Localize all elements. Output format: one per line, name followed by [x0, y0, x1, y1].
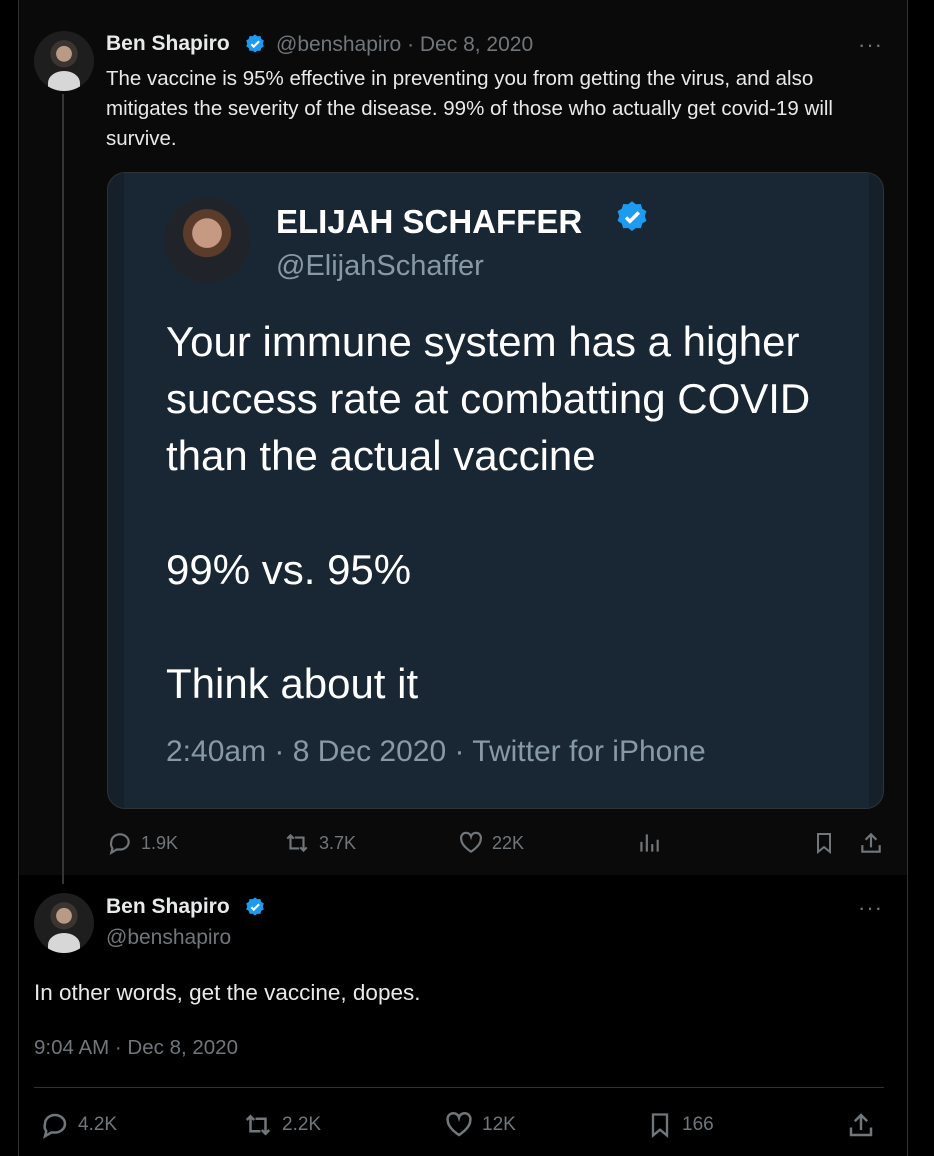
- bookmark-count: 166: [682, 1114, 714, 1135]
- verified-badge-icon: [246, 897, 264, 916]
- quoted-line: Your immune system has a higher success …: [166, 318, 811, 479]
- repost-icon: [245, 1114, 271, 1136]
- tweet-text: The vaccine is 95% effective in preventi…: [106, 67, 833, 150]
- bookmark-button[interactable]: [812, 830, 836, 856]
- repost-button[interactable]: 3.7K: [283, 830, 356, 856]
- author-name[interactable]: Ben Shapiro: [106, 895, 230, 919]
- share-icon: [849, 1113, 873, 1137]
- timeline-right-border: [907, 0, 908, 1156]
- quoted-timestamp: 2:40am · 8 Dec 2020 · Twitter for iPhone: [166, 735, 706, 768]
- reply-icon: [43, 1113, 67, 1139]
- tweet-timestamp[interactable]: 9:04 AM · Dec 8, 2020: [34, 1036, 238, 1060]
- like-count: 22K: [492, 832, 525, 853]
- reply-button[interactable]: 1.9K: [107, 830, 178, 856]
- reply-count: 1.9K: [141, 832, 179, 853]
- bookmark-button[interactable]: 166: [646, 1110, 714, 1140]
- share-button[interactable]: [858, 830, 884, 856]
- like-icon: [460, 831, 482, 853]
- quoted-tweet-card[interactable]: ELIJAH SCHAFFER @ElijahSchaffer Your imm…: [107, 172, 884, 809]
- repost-count: 2.2K: [282, 1114, 322, 1135]
- bookmark-icon: [817, 833, 831, 855]
- quoted-tweet-image: ELIJAH SCHAFFER @ElijahSchaffer Your imm…: [124, 173, 869, 808]
- more-icon[interactable]: ···: [858, 32, 883, 58]
- reply-count: 4.2K: [78, 1114, 118, 1135]
- divider: [34, 1087, 884, 1088]
- quoted-handle: @ElijahSchaffer: [276, 250, 484, 282]
- quoted-line: 99% vs. 95%: [166, 546, 412, 593]
- author-name[interactable]: Ben Shapiro: [106, 32, 230, 56]
- repost-button[interactable]: 2.2K: [242, 1110, 321, 1140]
- reply-icon: [109, 833, 130, 856]
- like-icon: [446, 1111, 472, 1137]
- tweet-text: In other words, get the vaccine, dopes.: [34, 980, 421, 1005]
- quoted-line: Think about it: [166, 660, 419, 707]
- avatar: [164, 197, 250, 283]
- author-handle[interactable]: @benshapiro: [106, 926, 231, 950]
- repost-count: 3.7K: [319, 832, 357, 853]
- views-button[interactable]: [636, 830, 662, 856]
- thread-connector-line: [62, 94, 64, 884]
- share-icon: [861, 832, 881, 853]
- like-button[interactable]: 22K: [458, 830, 524, 856]
- verified-badge-icon: [246, 34, 264, 53]
- verified-badge-icon: [617, 201, 647, 231]
- bookmark-icon: [651, 1113, 669, 1138]
- repost-icon: [286, 833, 308, 853]
- avatar[interactable]: [34, 893, 94, 953]
- quoted-author-name: ELIJAH SCHAFFER: [276, 203, 583, 240]
- handle-and-date: @benshapiro · Dec 8, 2020: [276, 33, 534, 56]
- more-icon[interactable]: ···: [858, 895, 883, 921]
- avatar[interactable]: [34, 31, 94, 91]
- like-count: 12K: [482, 1114, 516, 1135]
- views-icon: [640, 834, 659, 852]
- share-button[interactable]: [846, 1110, 876, 1140]
- like-button[interactable]: 12K: [444, 1110, 516, 1140]
- reply-button[interactable]: 4.2K: [40, 1110, 117, 1140]
- quoted-tweet-body: Your immune system has a higher success …: [166, 313, 866, 712]
